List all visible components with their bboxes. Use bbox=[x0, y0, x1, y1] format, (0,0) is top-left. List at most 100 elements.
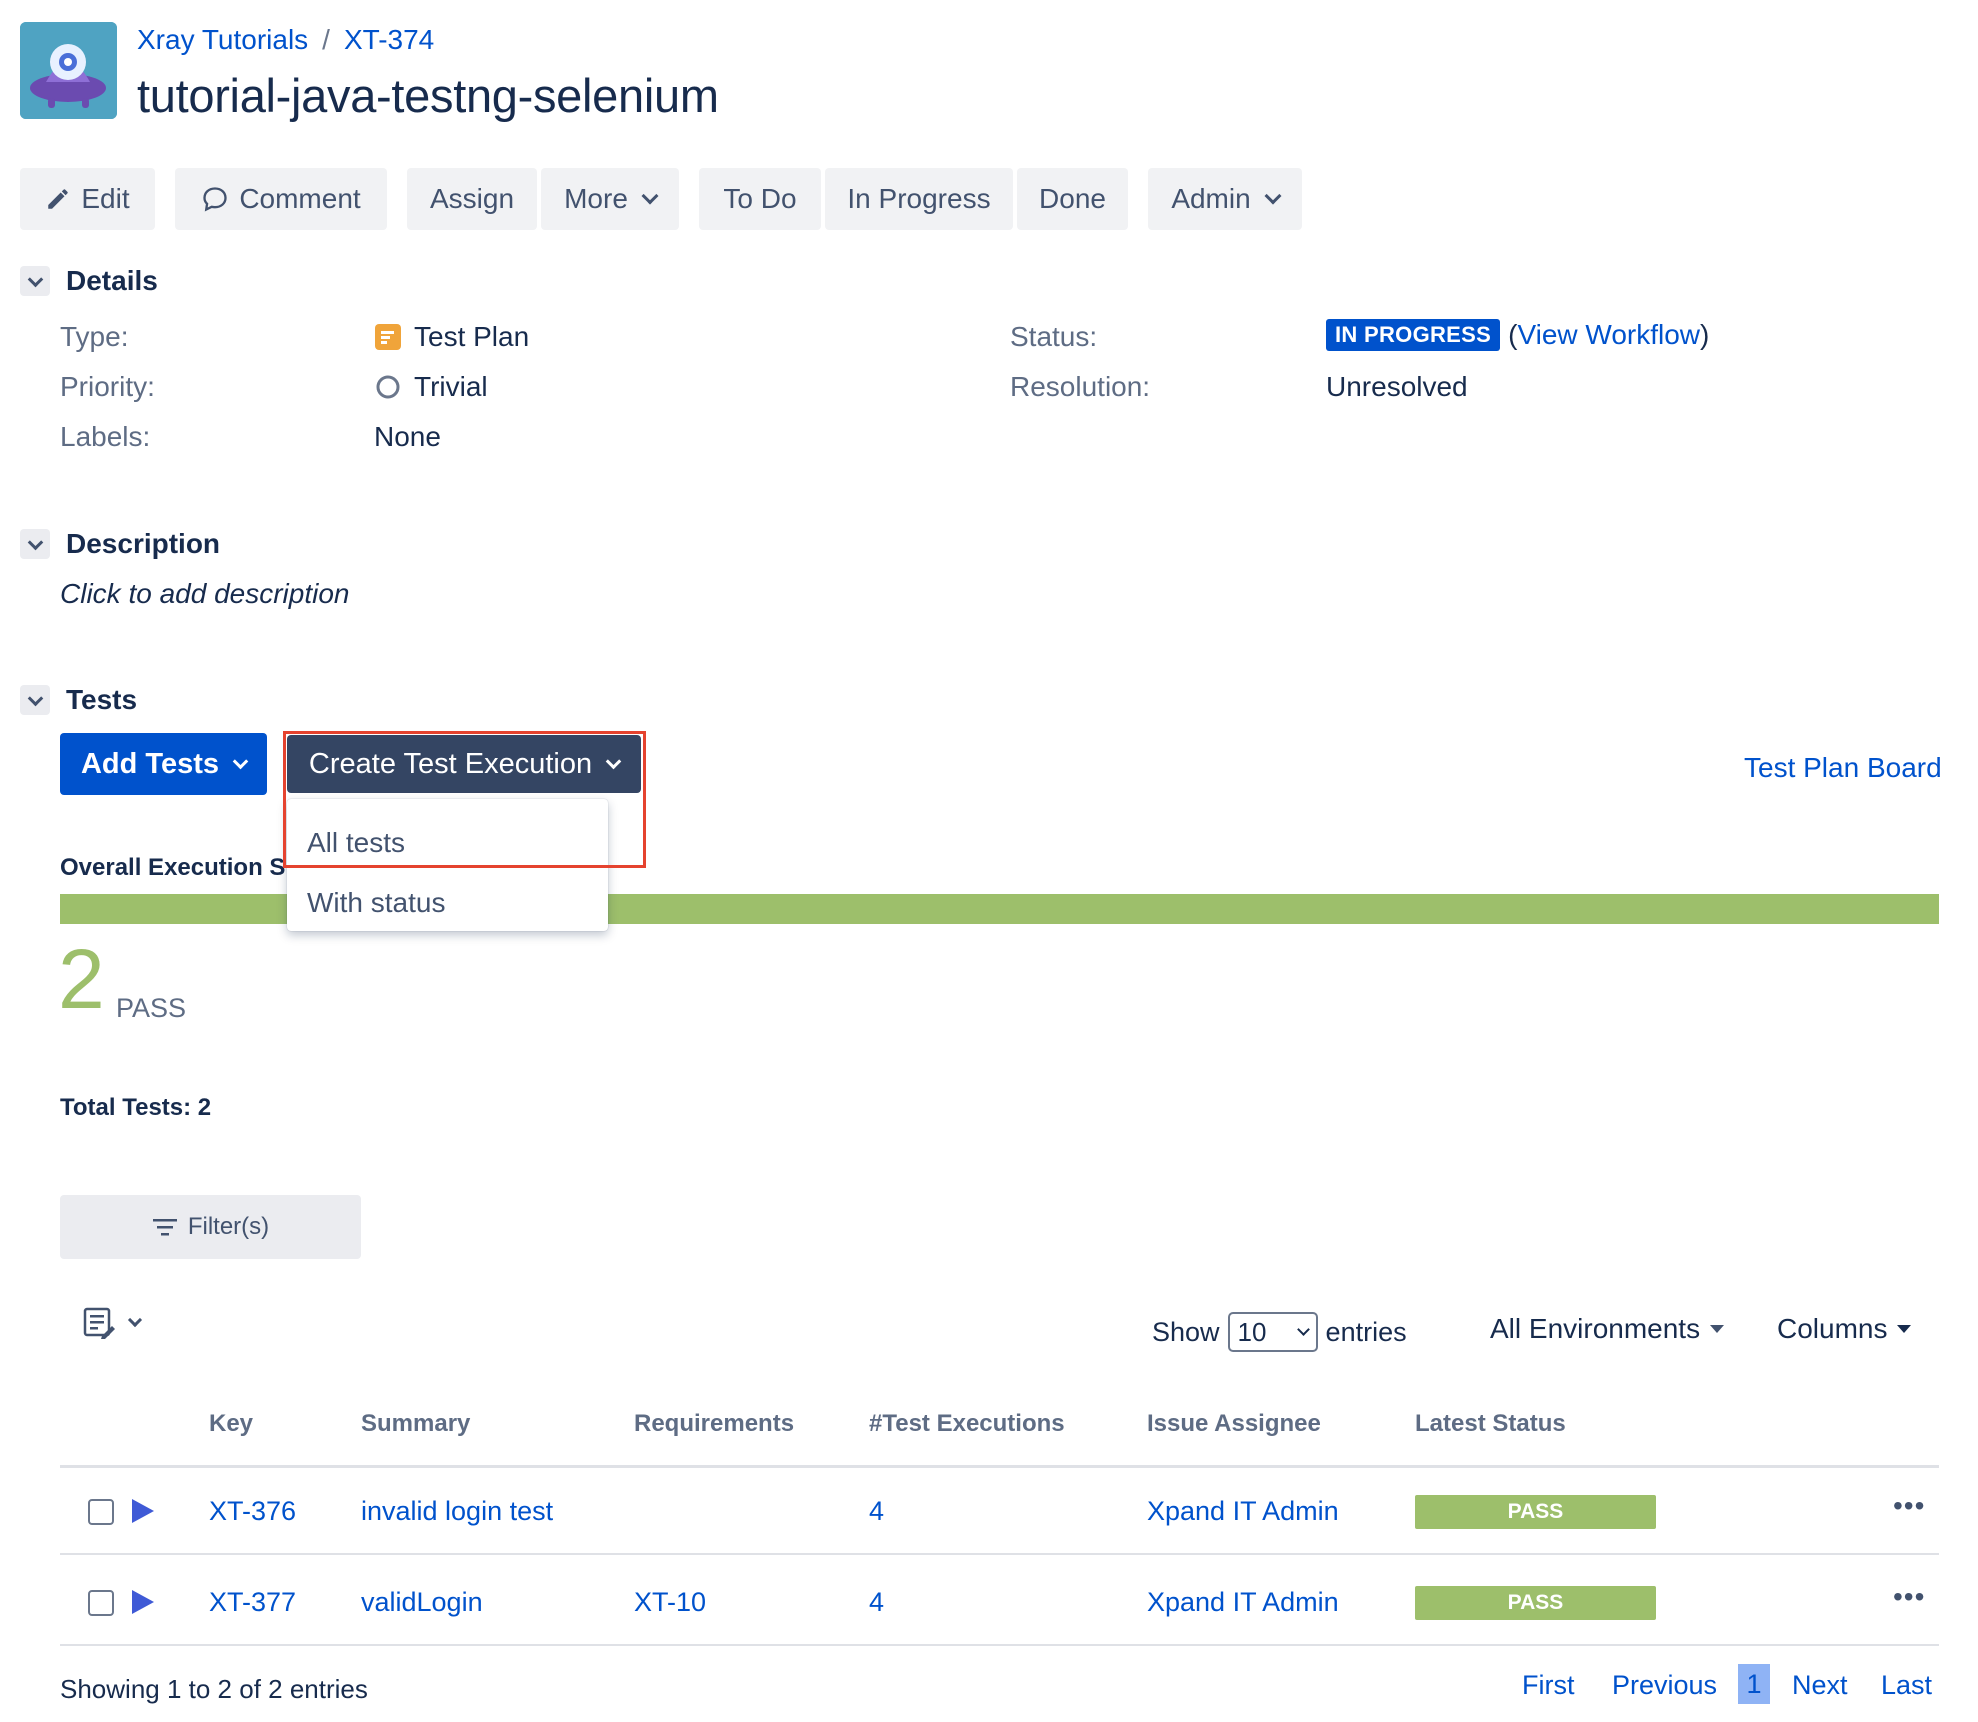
chevron-down-icon bbox=[1264, 187, 1282, 205]
row-actions-ellipsis-icon[interactable]: ••• bbox=[1893, 1490, 1925, 1522]
bulk-edit-list-icon bbox=[83, 1307, 115, 1339]
project-avatar[interactable] bbox=[20, 22, 117, 119]
columns-label: Columns bbox=[1777, 1313, 1888, 1344]
comment-label: Comment bbox=[239, 183, 361, 214]
pass-label: PASS bbox=[116, 993, 187, 1023]
status-label: Status: bbox=[1010, 321, 1098, 352]
assign-button[interactable]: Assign bbox=[407, 168, 537, 230]
pagination-previous[interactable]: Previous bbox=[1612, 1670, 1717, 1701]
table-header-divider bbox=[60, 1465, 1939, 1468]
row-divider bbox=[60, 1553, 1939, 1555]
test-summary-link[interactable]: validLogin bbox=[361, 1587, 483, 1618]
create-test-execution-button[interactable]: Create Test Execution bbox=[287, 735, 641, 793]
pagination-last[interactable]: Last bbox=[1881, 1670, 1932, 1701]
pencil-icon bbox=[48, 189, 69, 209]
filter-button[interactable]: Filter(s) bbox=[60, 1195, 361, 1259]
caret-down-icon bbox=[1710, 1325, 1725, 1333]
breadcrumb-separator: / bbox=[322, 24, 330, 55]
column-header-issue-assignee[interactable]: Issue Assignee bbox=[1147, 1410, 1321, 1438]
status-badge: PASS bbox=[1415, 1586, 1656, 1620]
bulk-actions-menu[interactable] bbox=[82, 1306, 143, 1340]
comment-icon bbox=[203, 187, 227, 212]
test-executions-count[interactable]: 4 bbox=[869, 1496, 884, 1527]
chevron-down-icon bbox=[232, 753, 249, 769]
row-checkbox[interactable] bbox=[88, 1499, 114, 1525]
todo-label: To Do bbox=[723, 183, 797, 214]
column-header-summary[interactable]: Summary bbox=[361, 1410, 470, 1438]
run-test-icon[interactable] bbox=[132, 1499, 154, 1523]
description-placeholder[interactable]: Click to add description bbox=[60, 578, 349, 610]
pagination-page-1[interactable]: 1 bbox=[1738, 1664, 1770, 1704]
type-value-text: Test Plan bbox=[414, 321, 530, 352]
overall-execution-label: Overall Execution S bbox=[60, 854, 286, 881]
column-header-latest-status[interactable]: Latest Status bbox=[1415, 1410, 1566, 1438]
total-tests: Total Tests: 2 bbox=[60, 1094, 212, 1121]
column-header-requirements[interactable]: Requirements bbox=[634, 1410, 794, 1438]
entries-control: Show 10 entries bbox=[1152, 1312, 1407, 1352]
collapse-toggle-icon bbox=[20, 529, 50, 559]
todo-button[interactable]: To Do bbox=[699, 168, 821, 230]
edit-button[interactable]: Edit bbox=[20, 168, 155, 230]
tests-section-header[interactable]: Tests bbox=[20, 684, 137, 716]
ufo-icon bbox=[20, 22, 117, 119]
assignee-link[interactable]: Xpand IT Admin bbox=[1147, 1496, 1339, 1527]
filter-icon bbox=[152, 1219, 177, 1236]
row-actions-ellipsis-icon[interactable]: ••• bbox=[1893, 1581, 1925, 1613]
test-plan-board-link[interactable]: Test Plan Board bbox=[1744, 752, 1942, 784]
environments-label: All Environments bbox=[1490, 1313, 1701, 1344]
pagination-first[interactable]: First bbox=[1522, 1670, 1574, 1701]
columns-dropdown[interactable]: Columns bbox=[1777, 1313, 1912, 1345]
description-section-header[interactable]: Description bbox=[20, 528, 220, 560]
admin-label: Admin bbox=[1171, 183, 1251, 214]
breadcrumb-issue-link[interactable]: XT-374 bbox=[344, 24, 434, 56]
resolution-value: Unresolved bbox=[1326, 371, 1468, 402]
in-progress-button[interactable]: In Progress bbox=[825, 168, 1013, 230]
done-button[interactable]: Done bbox=[1017, 168, 1128, 230]
details-section-header[interactable]: Details bbox=[20, 265, 158, 297]
type-value: Test Plan bbox=[374, 321, 529, 353]
test-plan-icon bbox=[375, 324, 401, 350]
more-button[interactable]: More bbox=[541, 168, 679, 230]
dropdown-item-with-status[interactable]: With status bbox=[307, 887, 445, 919]
chevron-down-icon bbox=[127, 1312, 143, 1328]
environments-dropdown[interactable]: All Environments bbox=[1490, 1313, 1725, 1345]
type-label: Type: bbox=[60, 321, 129, 352]
create-execution-dropdown: All tests With status bbox=[287, 799, 608, 931]
breadcrumb: Xray Tutorials / XT-374 bbox=[137, 24, 434, 56]
comment-button[interactable]: Comment bbox=[175, 168, 387, 230]
test-key-link[interactable]: XT-376 bbox=[209, 1496, 296, 1527]
assign-label: Assign bbox=[429, 183, 515, 214]
test-executions-count[interactable]: 4 bbox=[869, 1587, 884, 1618]
entries-select[interactable]: 10 bbox=[1227, 1312, 1318, 1352]
chevron-down-icon bbox=[1296, 1322, 1310, 1336]
description-heading: Description bbox=[66, 528, 221, 559]
issue-title: tutorial-java-testng-selenium bbox=[137, 69, 719, 122]
entries-label: entries bbox=[1325, 1316, 1407, 1347]
breadcrumb-project-link[interactable]: Xray Tutorials bbox=[137, 24, 308, 56]
resolution-label: Resolution: bbox=[1010, 371, 1151, 402]
labels-label: Labels: bbox=[60, 421, 151, 452]
entries-select-value: 10 bbox=[1237, 1316, 1267, 1347]
assignee-link[interactable]: Xpand IT Admin bbox=[1147, 1587, 1339, 1618]
chevron-down-icon bbox=[641, 187, 659, 205]
in-progress-label: In Progress bbox=[847, 183, 991, 214]
run-test-icon[interactable] bbox=[132, 1590, 154, 1614]
dropdown-item-all-tests[interactable]: All tests bbox=[307, 827, 405, 859]
view-workflow-link[interactable]: View Workflow bbox=[1517, 319, 1700, 350]
column-header-key[interactable]: Key bbox=[209, 1410, 253, 1438]
add-tests-button[interactable]: Add Tests bbox=[60, 733, 267, 795]
pagination-next[interactable]: Next bbox=[1792, 1670, 1848, 1701]
admin-button[interactable]: Admin bbox=[1148, 168, 1302, 230]
labels-value: None bbox=[374, 421, 441, 452]
priority-label: Priority: bbox=[60, 371, 155, 402]
requirement-link[interactable]: XT-10 bbox=[634, 1587, 706, 1618]
column-header-test-executions[interactable]: #Test Executions bbox=[869, 1410, 1065, 1438]
status-badge: PASS bbox=[1415, 1495, 1656, 1529]
test-key-link[interactable]: XT-377 bbox=[209, 1587, 296, 1618]
test-summary-link[interactable]: invalid login test bbox=[361, 1496, 553, 1527]
status-lozenge: IN PROGRESS bbox=[1326, 319, 1501, 351]
details-heading: Details bbox=[66, 265, 158, 296]
table-bottom-divider bbox=[60, 1644, 1939, 1646]
pass-count: 2 bbox=[58, 932, 105, 1026]
row-checkbox[interactable] bbox=[88, 1590, 114, 1616]
